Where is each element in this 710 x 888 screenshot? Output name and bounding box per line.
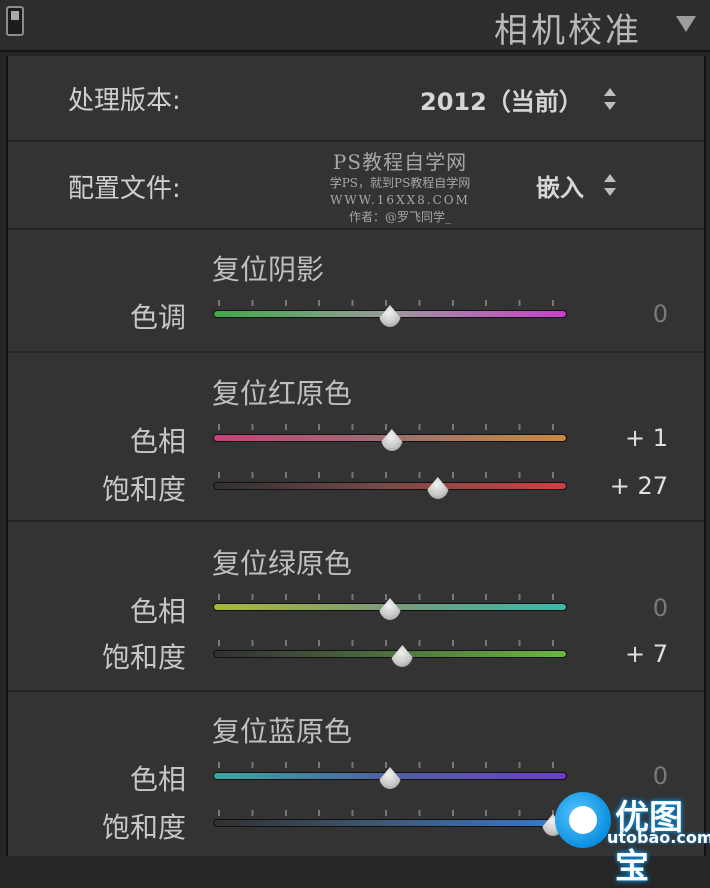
utobao-watermark: 优图宝 utobao.com xyxy=(555,790,710,887)
green-hue-slider-thumb[interactable] xyxy=(379,598,401,620)
blue-saturation-label: 饱和度 xyxy=(101,811,186,844)
divider xyxy=(8,520,704,522)
panel-toggle-switch[interactable] xyxy=(6,6,24,36)
process-version-select[interactable]: 2012（当前） xyxy=(420,82,583,117)
watermark-line: WWW.16XX8.COM xyxy=(330,193,470,207)
red-hue-value[interactable]: + 1 xyxy=(625,424,668,452)
reset-red-primary-button[interactable]: 复位红原色 xyxy=(212,372,352,412)
red-saturation-slider-thumb[interactable] xyxy=(426,477,449,499)
triangle-down-icon[interactable] xyxy=(676,16,696,32)
blue-saturation-slider-track[interactable] xyxy=(213,819,567,827)
divider xyxy=(8,351,704,353)
green-hue-label: 色相 xyxy=(129,595,186,628)
reset-shadows-button[interactable]: 复位阴影 xyxy=(212,248,324,288)
divider xyxy=(8,690,704,692)
profile-select[interactable]: 嵌入 xyxy=(536,168,584,203)
slider-ticks xyxy=(218,810,562,816)
slider-ticks xyxy=(218,424,562,430)
slider-ticks xyxy=(218,640,562,646)
tint-value[interactable]: 0 xyxy=(653,300,668,328)
green-saturation-slider-thumb[interactable] xyxy=(391,645,414,667)
brand-url: utobao.com xyxy=(607,828,710,847)
red-saturation-value[interactable]: + 27 xyxy=(610,472,668,500)
red-hue-slider-thumb[interactable] xyxy=(380,429,403,451)
red-hue-label: 色相 xyxy=(129,425,186,458)
profile-label: 配置文件: xyxy=(68,174,181,204)
watermark-line: 作者：@罗飞同学_ xyxy=(348,210,451,224)
panel-header[interactable]: 相机校准 xyxy=(0,0,710,52)
green-saturation-value[interactable]: + 7 xyxy=(625,640,668,668)
blue-hue-label: 色相 xyxy=(129,763,186,796)
blue-hue-value[interactable]: 0 xyxy=(653,762,668,790)
utobao-logo-icon xyxy=(555,792,611,848)
panel-title: 相机校准 xyxy=(494,11,642,51)
process-version-label: 处理版本: xyxy=(68,86,181,116)
red-saturation-slider-track[interactable] xyxy=(213,482,567,490)
watermark-line: 学PS，就到PS教程自学网 xyxy=(329,176,471,190)
red-saturation-label: 饱和度 xyxy=(101,473,186,506)
green-saturation-slider-track[interactable] xyxy=(213,650,567,658)
process-version-row: 处理版本: 2012（当前） xyxy=(8,56,704,140)
tint-slider-thumb[interactable] xyxy=(379,305,401,327)
reset-green-primary-button[interactable]: 复位绿原色 xyxy=(212,542,352,582)
reset-blue-primary-button[interactable]: 复位蓝原色 xyxy=(212,710,352,750)
divider xyxy=(8,228,704,230)
tint-label: 色调 xyxy=(129,301,186,334)
watermark-title: PS教程自学网 xyxy=(332,150,468,174)
green-hue-value[interactable]: 0 xyxy=(653,594,668,622)
up-down-arrows-icon[interactable] xyxy=(604,88,616,110)
green-saturation-label: 饱和度 xyxy=(101,641,186,674)
slider-ticks xyxy=(218,472,562,478)
blue-hue-slider-thumb[interactable] xyxy=(379,767,401,789)
up-down-arrows-icon[interactable] xyxy=(604,174,616,196)
watermark: PS教程自学网 学PS，就到PS教程自学网 WWW.16XX8.COM 作者：@… xyxy=(300,146,500,226)
